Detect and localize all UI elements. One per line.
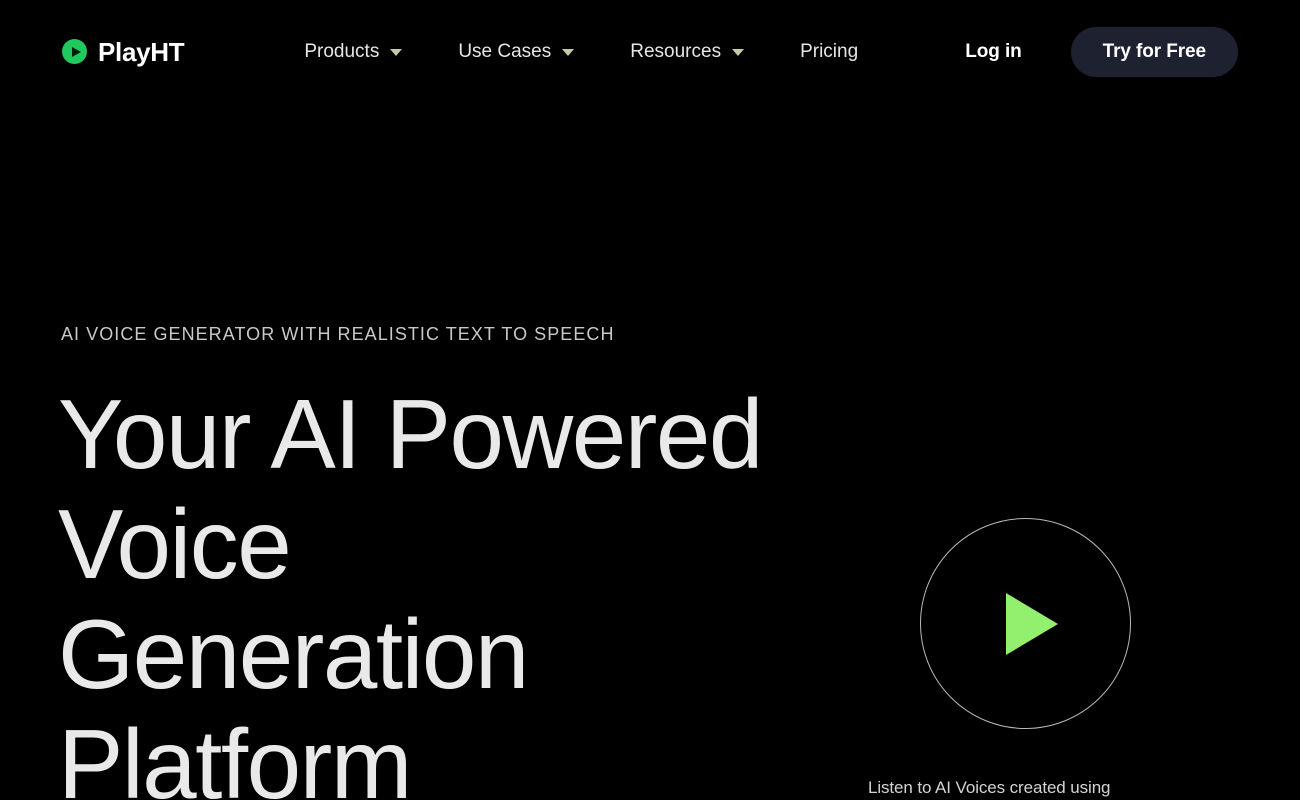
play-triangle-icon: [1005, 592, 1058, 655]
hero-title-line: Your AI Powered: [58, 379, 763, 489]
play-button[interactable]: [920, 518, 1131, 729]
play-circle-icon: [62, 39, 87, 64]
brand-logo-link[interactable]: PlayHT: [62, 36, 185, 67]
nav-item-use-cases[interactable]: Use Cases: [430, 41, 602, 63]
play-triangle-glyph: [71, 46, 81, 57]
hero-title-line: Generation: [58, 599, 529, 709]
nav-item-label: Pricing: [800, 40, 859, 62]
hero-eyebrow: AI VOICE GENERATOR WITH REALISTIC TEXT T…: [61, 324, 615, 344]
nav-item-resources[interactable]: Resources: [602, 41, 772, 63]
chevron-down-icon: [562, 49, 575, 56]
chevron-down-icon: [732, 49, 745, 56]
brand-name: PlayHT: [98, 36, 185, 67]
hero-section: AI VOICE GENERATOR WITH REALISTIC TEXT T…: [0, 0, 1300, 800]
nav-item-pricing[interactable]: Pricing: [772, 41, 886, 63]
page-title: Your AI Powered Voice Generation Platfor…: [58, 379, 878, 800]
primary-navigation: Products Use Cases Resources Pricing: [276, 41, 886, 63]
nav-item-products[interactable]: Products: [276, 41, 430, 63]
nav-item-label: Use Cases: [458, 40, 552, 62]
hero-title-line: Platform: [58, 709, 412, 800]
hero-title-line: Voice: [58, 489, 292, 599]
player-caption: Listen to AI Voices created using: [868, 778, 1111, 797]
try-for-free-button[interactable]: Try for Free: [1070, 26, 1238, 77]
header-actions: Log in Try for Free: [965, 26, 1238, 77]
site-header: PlayHT Products Use Cases Resources Pric…: [0, 0, 1300, 103]
nav-item-label: Resources: [630, 40, 722, 62]
chevron-down-icon: [390, 49, 403, 56]
nav-item-label: Products: [304, 40, 380, 62]
login-link[interactable]: Log in: [965, 41, 1021, 63]
